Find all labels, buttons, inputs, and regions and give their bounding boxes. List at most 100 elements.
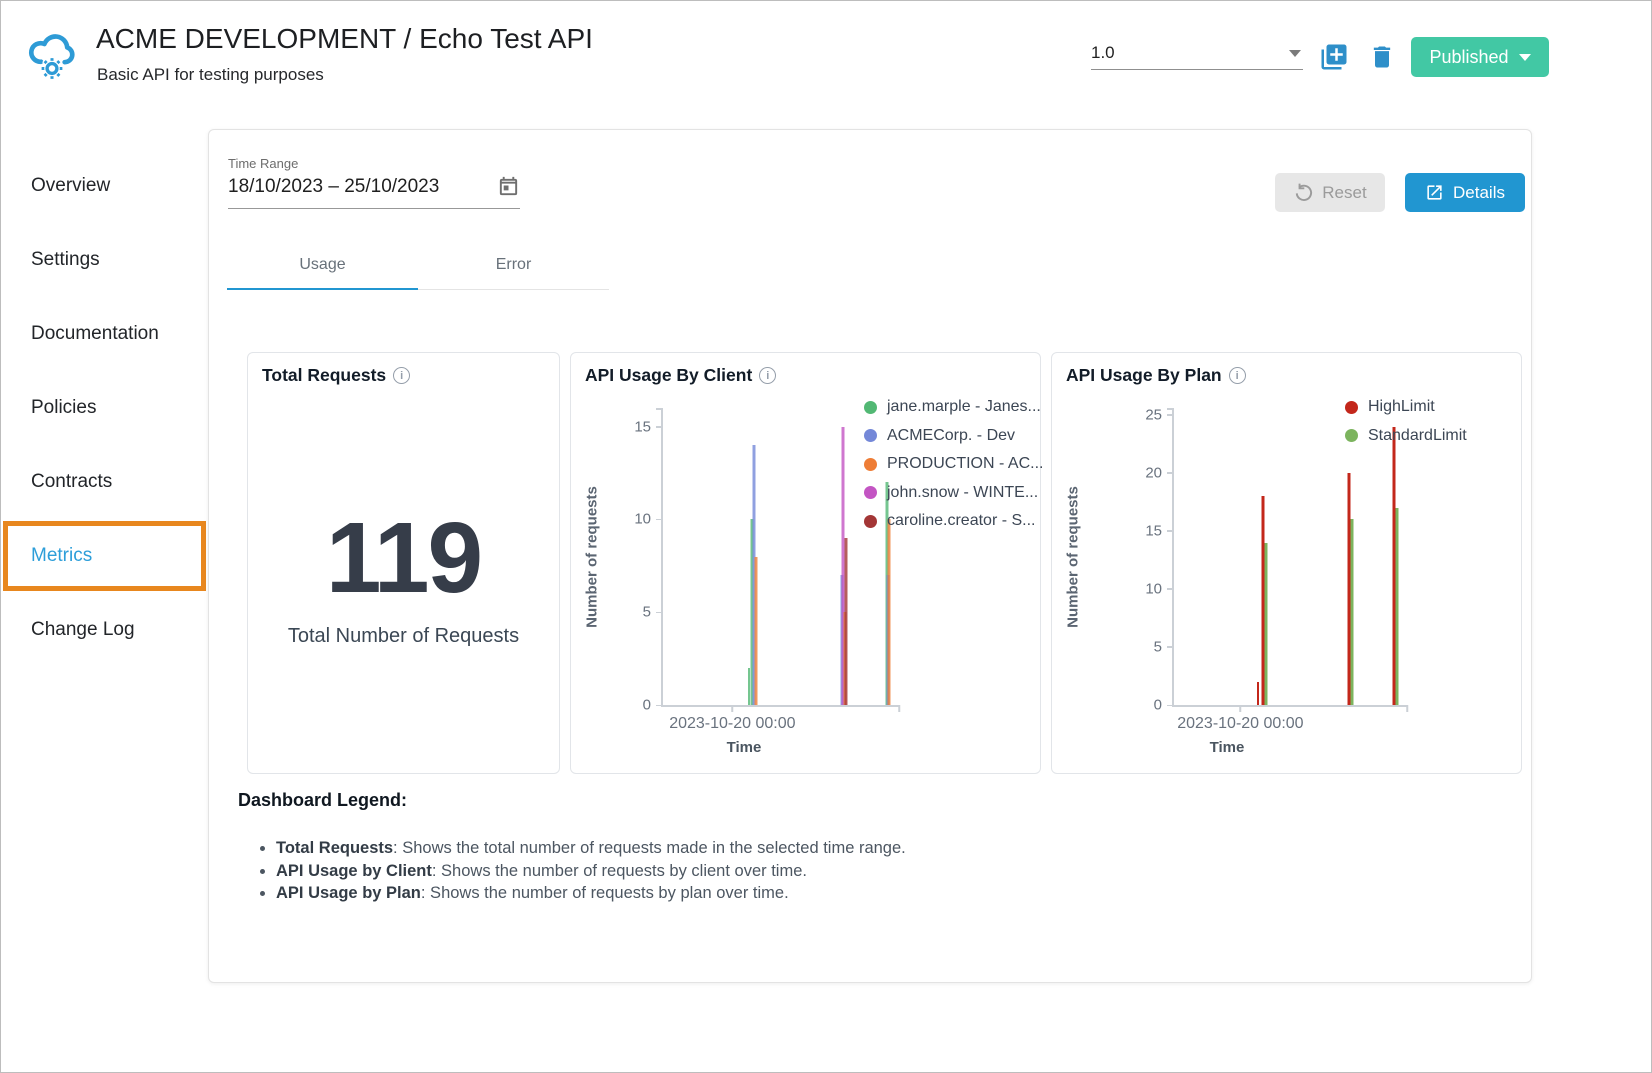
sidebar-item-change-log[interactable]: Change Log: [1, 593, 208, 667]
y-tick-label: 10: [1145, 580, 1162, 597]
delete-button[interactable]: [1365, 41, 1399, 75]
version-select[interactable]: 1.0: [1091, 37, 1303, 70]
legend-item[interactable]: john.snow - WINTE...: [864, 479, 1043, 508]
open-in-new-icon: [1425, 183, 1444, 202]
reset-button[interactable]: Reset: [1275, 173, 1385, 212]
info-icon[interactable]: i: [759, 367, 776, 384]
usage-by-client-card: API Usage By Client i Number of requests…: [570, 352, 1041, 774]
legend-label: StandardLimit: [1368, 427, 1467, 445]
trash-icon: [1368, 43, 1396, 71]
legend-dot-icon: [864, 429, 877, 442]
calendar-icon[interactable]: [497, 175, 520, 199]
bar-production-ac-: [888, 519, 891, 705]
y-tick-mark: [1167, 414, 1174, 416]
legend-dot-icon: [1345, 429, 1358, 442]
card-title: API Usage By Plan i: [1066, 365, 1246, 386]
y-tick-mark: [656, 612, 663, 614]
legend-label: john.snow - WINTE...: [887, 484, 1038, 502]
sidebar-item-documentation[interactable]: Documentation: [1, 297, 208, 371]
bar-standardlimit: [1351, 519, 1354, 705]
y-tick-mark: [656, 705, 663, 707]
sidebar-item-settings[interactable]: Settings: [1, 223, 208, 297]
dashboard-legend-item: Total Requests: Shows the total number o…: [276, 837, 906, 860]
legend-dot-icon: [864, 458, 877, 471]
page-title: ACME DEVELOPMENT / Echo Test API: [96, 23, 593, 55]
status-published-button[interactable]: Published: [1411, 37, 1549, 77]
legend-dot-icon: [864, 401, 877, 414]
y-tick-mark: [656, 408, 663, 410]
total-requests-card: Total Requests i 119 Total Number of Req…: [247, 352, 560, 774]
legend-dot-icon: [1345, 401, 1358, 414]
caret-down-icon: [1519, 54, 1531, 61]
time-range-field[interactable]: Time Range 18/10/2023 – 25/10/2023: [228, 156, 520, 209]
y-tick-label: 15: [1145, 522, 1162, 539]
duplicate-version-button[interactable]: [1317, 41, 1351, 75]
dashboard-legend: Dashboard Legend: Total Requests: Shows …: [238, 790, 906, 905]
legend-dot-icon: [864, 486, 877, 499]
y-tick-label: 5: [1154, 638, 1162, 655]
legend-item[interactable]: ACMECorp. - Dev: [864, 422, 1043, 451]
x-tick-label: 2023-10-20 00:00: [669, 715, 795, 733]
card-title: Total Requests i: [262, 365, 410, 386]
app-window: ACME DEVELOPMENT / Echo Test API Basic A…: [0, 0, 1652, 1073]
y-tick-mark: [656, 426, 663, 428]
y-tick-mark: [1167, 588, 1174, 590]
sidebar-item-metrics[interactable]: Metrics: [1, 519, 208, 593]
page-subtitle: Basic API for testing purposes: [97, 65, 324, 85]
x-axis-label: Time: [1210, 739, 1245, 756]
total-requests-value: 119: [248, 501, 559, 616]
dashboard-legend-item: API Usage by Plan: Shows the number of r…: [276, 882, 906, 905]
metrics-cards-row: Total Requests i 119 Total Number of Req…: [247, 352, 1522, 774]
x-tick-mark: [1406, 705, 1408, 712]
legend-item[interactable]: caroline.creator - S...: [864, 507, 1043, 536]
legend-item[interactable]: PRODUCTION - AC...: [864, 450, 1043, 479]
sidebar: OverviewSettingsDocumentationPoliciesCon…: [1, 149, 208, 667]
legend-item[interactable]: jane.marple - Janes...: [864, 393, 1043, 422]
content-panel: Time Range 18/10/2023 – 25/10/2023 Reset: [208, 129, 1532, 983]
legend-item[interactable]: StandardLimit: [1345, 422, 1467, 451]
sidebar-item-contracts[interactable]: Contracts: [1, 445, 208, 519]
y-tick-mark: [656, 519, 663, 521]
x-tick-mark: [732, 705, 734, 712]
y-tick-label: 5: [643, 604, 651, 621]
info-icon[interactable]: i: [1229, 367, 1246, 384]
tab-error[interactable]: Error: [418, 242, 609, 290]
y-axis-label: Number of requests: [1065, 486, 1082, 628]
sidebar-item-overview[interactable]: Overview: [1, 149, 208, 223]
details-button[interactable]: Details: [1405, 173, 1525, 212]
y-tick-label: 25: [1145, 406, 1162, 423]
legend-label: jane.marple - Janes...: [887, 398, 1041, 416]
status-badge: Published: [1429, 47, 1508, 68]
y-tick-mark: [1167, 530, 1174, 532]
card-title: API Usage By Client i: [585, 365, 776, 386]
y-tick-label: 15: [634, 418, 651, 435]
tab-bar: UsageError: [227, 242, 609, 290]
legend-label: PRODUCTION - AC...: [887, 455, 1043, 473]
tab-usage[interactable]: Usage: [227, 242, 418, 290]
bar-highlimit: [1257, 682, 1259, 705]
x-axis-label: Time: [727, 739, 762, 756]
dashboard-legend-item: API Usage by Client: Shows the number of…: [276, 860, 906, 883]
restore-icon: [1293, 182, 1314, 203]
info-icon[interactable]: i: [393, 367, 410, 384]
library-add-icon: [1319, 42, 1349, 72]
time-range-value: 18/10/2023 – 25/10/2023: [228, 176, 439, 198]
x-tick-mark: [1240, 705, 1242, 712]
legend-item[interactable]: HighLimit: [1345, 393, 1467, 422]
plan-chart-legend: HighLimit StandardLimit: [1345, 393, 1467, 450]
y-axis-label: Number of requests: [584, 486, 601, 628]
legend-label: ACMECorp. - Dev: [887, 427, 1015, 445]
y-tick-label: 0: [643, 697, 651, 714]
plan-chart-plot: Time 05101520252023-10-20 00:00: [1172, 408, 1407, 707]
chevron-down-icon: [1289, 50, 1301, 57]
dashboard-legend-list: Total Requests: Shows the total number o…: [276, 837, 906, 905]
metrics-highlight-annotation: [3, 521, 206, 591]
cloud-gear-logo-icon: [25, 25, 79, 90]
bar-caroline-creator-s-: [844, 538, 847, 705]
bar-standardlimit: [1265, 543, 1268, 705]
dashboard-legend-heading: Dashboard Legend:: [238, 790, 906, 811]
client-chart-legend: jane.marple - Janes... ACMECorp. - Dev PRO…: [864, 393, 1043, 536]
sidebar-item-policies[interactable]: Policies: [1, 371, 208, 445]
total-requests-caption: Total Number of Requests: [248, 625, 559, 648]
bar-standardlimit: [1395, 508, 1398, 705]
